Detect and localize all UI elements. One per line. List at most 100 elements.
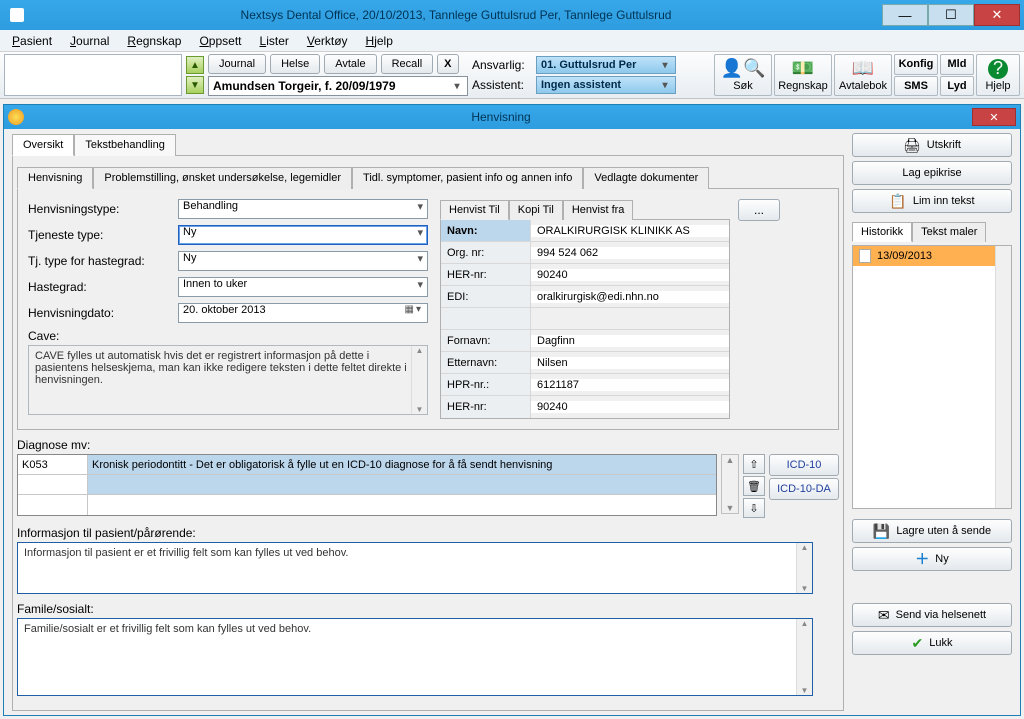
helse-button[interactable]: Helse bbox=[270, 54, 320, 74]
hastetype-select[interactable]: Ny bbox=[178, 251, 428, 271]
tab-problemstilling[interactable]: Problemstilling, ønsket undersøkelse, le… bbox=[93, 167, 352, 189]
diag-text-cell[interactable]: Kronisk periodontitt - Det er obligatori… bbox=[88, 455, 716, 474]
sms-button[interactable]: SMS bbox=[894, 76, 938, 97]
tab-tekstbehandling[interactable]: Tekstbehandling bbox=[74, 134, 176, 156]
recipient-her: 90240 bbox=[531, 269, 729, 281]
sok-button[interactable]: 👤🔍Søk bbox=[714, 54, 772, 96]
utskrift-button[interactable]: 🖨Utskrift bbox=[852, 133, 1012, 157]
tab-oversikt[interactable]: Oversikt bbox=[12, 134, 74, 156]
move-down-button[interactable]: ⇩ bbox=[743, 498, 765, 518]
book-icon: 📖 bbox=[852, 58, 874, 79]
tab-tidligere[interactable]: Tidl. symptomer, pasient info og annen i… bbox=[352, 167, 583, 189]
tab-tekstmaler[interactable]: Tekst maler bbox=[912, 222, 986, 242]
menu-pasient[interactable]: Pasient bbox=[4, 32, 60, 50]
chevron-down-icon: ▾ bbox=[657, 80, 673, 91]
historikk-list[interactable]: 13/09/2013 bbox=[852, 245, 1012, 509]
recipient-hpr: 6121187 bbox=[531, 379, 729, 391]
window-maximize-button[interactable]: ☐ bbox=[928, 4, 974, 26]
tab-henvisning[interactable]: Henvisning bbox=[17, 167, 93, 189]
ansvarlig-label: Ansvarlig: bbox=[472, 58, 532, 72]
money-icon: 💵 bbox=[792, 58, 814, 79]
tab-vedlegg[interactable]: Vedlagte dokumenter bbox=[583, 167, 709, 189]
subwindow-close-button[interactable]: ✕ bbox=[972, 108, 1016, 126]
henvisningstype-select[interactable]: Behandling bbox=[178, 199, 428, 219]
scrollbar[interactable] bbox=[995, 246, 1011, 508]
recall-button[interactable]: Recall bbox=[381, 54, 434, 74]
document-icon bbox=[859, 249, 871, 263]
konfig-button[interactable]: Konfig bbox=[894, 54, 938, 75]
menu-journal[interactable]: Journal bbox=[62, 32, 117, 50]
diagnose-table[interactable]: K053Kronisk periodontitt - Det er obliga… bbox=[17, 454, 717, 516]
icd10-button[interactable]: ICD-10 bbox=[769, 454, 839, 476]
lyd-button[interactable]: Lyd bbox=[940, 76, 974, 97]
menu-regnskap[interactable]: Regnskap bbox=[119, 32, 189, 50]
window-minimize-button[interactable]: — bbox=[882, 4, 928, 26]
menu-hjelp[interactable]: Hjelp bbox=[358, 32, 401, 50]
henvisning-window: Henvisning ✕ Oversikt Tekstbehandling He… bbox=[3, 104, 1021, 716]
avtale-button[interactable]: Avtale bbox=[324, 54, 376, 74]
ansvarlig-combo[interactable]: 01. Guttulsrud Per▾ bbox=[536, 56, 676, 74]
tab-historikk[interactable]: Historikk bbox=[852, 222, 912, 242]
subwindow-titlebar: Henvisning ✕ bbox=[4, 105, 1020, 129]
journal-button[interactable]: Journal bbox=[208, 54, 266, 74]
nav-up-button[interactable]: ▲ bbox=[186, 56, 204, 74]
dato-label: Henvisningdato: bbox=[28, 306, 178, 320]
recipient-navn: ORALKIRURGISK KLINIKK AS bbox=[531, 225, 729, 237]
menu-oppsett[interactable]: Oppsett bbox=[191, 32, 249, 50]
info-pasient-label: Informasjon til pasient/pårørende: bbox=[17, 526, 839, 540]
hastegrad-select[interactable]: Innen to uker bbox=[178, 277, 428, 297]
printer-icon: 🖨 bbox=[903, 137, 921, 154]
assistent-combo[interactable]: Ingen assistent▾ bbox=[536, 76, 676, 94]
recipient-browse-button[interactable]: ... bbox=[738, 199, 780, 221]
tjenestetype-select[interactable]: Ny bbox=[178, 225, 428, 245]
info-pasient-textarea[interactable]: Informasjon til pasient er et frivillig … bbox=[17, 542, 813, 594]
patient-combo[interactable]: Amundsen Torgeir, f. 20/09/1979 ▾ bbox=[208, 76, 468, 96]
scrollbar[interactable]: ▲▼ bbox=[796, 619, 812, 695]
tab-kopi-til[interactable]: Kopi Til bbox=[509, 200, 563, 220]
empty-panel bbox=[4, 54, 182, 96]
recipient-table: Navn:ORALKIRURGISK KLINIKK AS Org. nr:99… bbox=[440, 219, 730, 419]
window-close-button[interactable]: ✕ bbox=[974, 4, 1020, 26]
avtalebok-button[interactable]: 📖Avtalebok bbox=[834, 54, 892, 96]
save-icon: 💾 bbox=[873, 523, 890, 540]
tab-henvist-fra[interactable]: Henvist fra bbox=[563, 200, 634, 220]
nav-down-button[interactable]: ▼ bbox=[186, 76, 204, 94]
patient-name: Amundsen Torgeir, f. 20/09/1979 bbox=[213, 79, 396, 93]
mld-button[interactable]: Mld bbox=[940, 54, 974, 75]
scrollbar[interactable]: ▲▼ bbox=[796, 543, 812, 593]
delete-row-button[interactable]: 🗑 bbox=[743, 476, 765, 496]
menu-verktoy[interactable]: Verktøy bbox=[299, 32, 356, 50]
plus-icon: ＋ bbox=[915, 549, 929, 569]
move-up-button[interactable]: ⇧ bbox=[743, 454, 765, 474]
hastegrad-label: Hastegrad: bbox=[28, 280, 178, 294]
epikrise-button[interactable]: Lag epikrise bbox=[852, 161, 1012, 185]
icd10da-button[interactable]: ICD-10-DA bbox=[769, 478, 839, 500]
scrollbar[interactable]: ▲▼ bbox=[721, 454, 739, 514]
tab-henvist-til[interactable]: Henvist Til bbox=[440, 200, 509, 220]
lagre-button[interactable]: 💾Lagre uten å sende bbox=[852, 519, 1012, 543]
hjelp-button[interactable]: ?Hjelp bbox=[976, 54, 1020, 96]
ny-button[interactable]: ＋Ny bbox=[852, 547, 1012, 571]
tjenestetype-label: Tjeneste type: bbox=[28, 228, 178, 242]
cave-textarea: CAVE fylles ut automatisk hvis det er re… bbox=[28, 345, 428, 415]
familie-label: Famile/sosialt: bbox=[17, 602, 839, 616]
send-button[interactable]: ✉Send via helsenett bbox=[852, 603, 1012, 627]
recipient-her2: 90240 bbox=[531, 401, 729, 413]
history-item[interactable]: 13/09/2013 bbox=[853, 246, 1011, 266]
diag-code-cell[interactable]: K053 bbox=[18, 455, 88, 474]
lukk-button[interactable]: ✔Lukk bbox=[852, 631, 1012, 655]
recipient-edi: oralkirurgisk@edi.nhn.no bbox=[531, 291, 729, 303]
gear-icon bbox=[8, 109, 24, 125]
hastetype-label: Tj. type for hastegrad: bbox=[28, 254, 178, 268]
clear-button[interactable]: X bbox=[437, 54, 458, 74]
liminn-button[interactable]: 📋Lim inn tekst bbox=[852, 189, 1012, 213]
app-icon bbox=[10, 8, 24, 22]
help-icon: ? bbox=[988, 59, 1008, 79]
henvisningstype-label: Henvisningstype: bbox=[28, 202, 178, 216]
paste-icon: 📋 bbox=[889, 193, 906, 210]
familie-textarea[interactable]: Familie/sosialt er et frivillig felt som… bbox=[17, 618, 813, 696]
scrollbar[interactable]: ▲▼ bbox=[411, 346, 427, 414]
regnskap-button[interactable]: 💵Regnskap bbox=[774, 54, 832, 96]
menu-lister[interactable]: Lister bbox=[252, 32, 297, 50]
dato-input[interactable]: 20. oktober 2013 bbox=[178, 303, 428, 323]
